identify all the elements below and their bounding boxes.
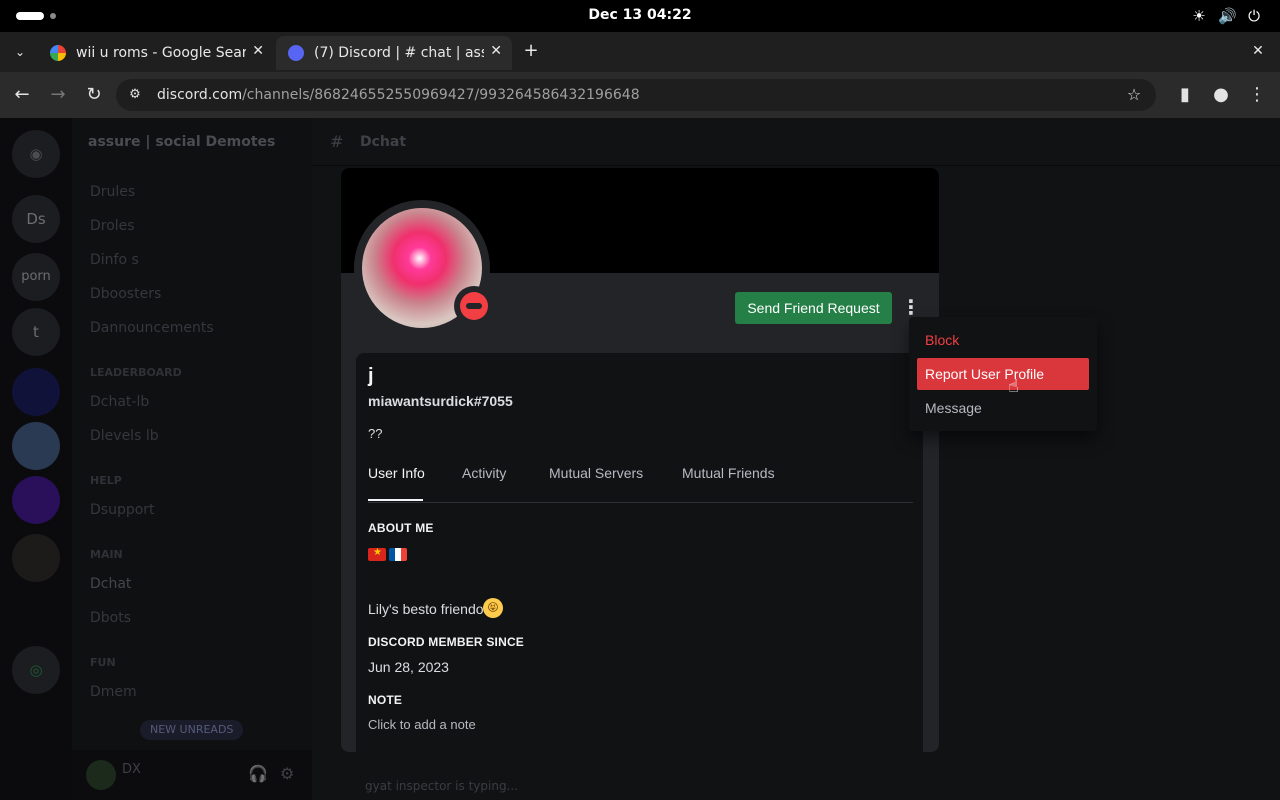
channel-item[interactable]: Dboosters [90, 286, 161, 302]
bookmark-star-icon[interactable]: ☆ [1124, 85, 1144, 105]
channel-item[interactable]: Dinfo s [90, 252, 139, 268]
channel-category[interactable]: LEADERBOARD [90, 366, 182, 379]
system-top-bar: Dec 13 04:22 ☀ 🔊 ⏻ [0, 0, 1280, 32]
menu-item-message[interactable]: Message [917, 392, 1089, 424]
username[interactable]: miawantsurdick#7055 [368, 393, 513, 409]
tab-title: wii u roms - Google Sear [76, 45, 246, 61]
tab-google-search[interactable]: wii u roms - Google Sear ✕ [38, 36, 274, 70]
server-icon[interactable] [12, 534, 60, 582]
avatar[interactable] [86, 760, 116, 790]
discord-favicon-icon [288, 45, 304, 61]
menu-item-report-user-profile[interactable]: Report User Profile [917, 358, 1089, 390]
server-icon[interactable] [12, 368, 60, 416]
tab-search-chevron-icon[interactable]: ⌄ [10, 42, 30, 62]
user-context-menu: Block Report User Profile Message [909, 317, 1097, 431]
tab-activity[interactable]: Activity [462, 465, 506, 481]
brightness-icon[interactable]: ☀ [1190, 7, 1208, 25]
user-profile-modal: Send Friend Request ⋮ j miawantsurdick#7… [341, 168, 939, 752]
note-input[interactable]: Click to add a note [368, 717, 476, 732]
site-settings-icon[interactable]: ⚙ [126, 86, 144, 104]
volume-icon[interactable]: 🔊 [1218, 7, 1237, 25]
side-panel-icon[interactable]: ▮ [1172, 82, 1198, 108]
headphones-icon[interactable]: 🎧 [248, 764, 268, 783]
france-flag-icon [389, 548, 407, 561]
channel-item[interactable]: Dchat-lb [90, 394, 149, 410]
channel-category[interactable]: FUN [90, 656, 116, 669]
channel-title: Dchat [360, 134, 407, 150]
member-since-date: Jun 28, 2023 [368, 659, 449, 675]
clock[interactable]: Dec 13 04:22 [540, 7, 740, 23]
channel-item-active[interactable]: Dchat [90, 576, 131, 592]
close-tab-icon[interactable]: ✕ [490, 43, 502, 59]
server-icon[interactable]: Ds [12, 195, 60, 243]
note-label: NOTE [368, 693, 403, 707]
server-rail: ◉ Ds porn t ◎ [0, 118, 72, 800]
send-friend-request-button[interactable]: Send Friend Request [735, 292, 892, 324]
url-text[interactable]: discord.com/channels/868246552550969427/… [157, 87, 640, 103]
forward-arrow-icon[interactable]: → [45, 82, 71, 108]
squinting-tongue-emoji-icon: 😝 [483, 598, 503, 618]
reload-icon[interactable]: ↻ [81, 82, 107, 108]
channel-item[interactable]: Dannouncements [90, 320, 214, 336]
dnd-circle [460, 292, 488, 320]
hand-pointer-cursor-icon: ☝ [1008, 376, 1019, 397]
user-panel: DX 🎧 ⚙ [72, 750, 312, 800]
tab-divider [368, 502, 913, 503]
about-me-label: ABOUT ME [368, 521, 434, 535]
dnd-bar [466, 303, 482, 309]
browser-toolbar: ← → ↻ ⚙ discord.com/channels/86824655255… [0, 72, 1280, 118]
tab-discord[interactable]: (7) Discord | # chat | assu ✕ [276, 36, 512, 70]
channel-category[interactable]: MAIN [90, 548, 123, 561]
workspace-dot[interactable] [50, 13, 56, 19]
close-tab-icon[interactable]: ✕ [252, 43, 264, 59]
profile-info-card: j miawantsurdick#7055 ?? User Info Activ… [356, 353, 923, 752]
avatar-ring [354, 200, 494, 336]
tab-mutual-servers[interactable]: Mutual Servers [549, 465, 643, 481]
menu-item-block[interactable]: Block [917, 324, 1089, 356]
browser-tab-strip: ⌄ wii u roms - Google Sear ✕ (7) Discord… [0, 32, 1280, 72]
power-icon[interactable]: ⏻ [1245, 7, 1263, 25]
new-tab-plus-icon[interactable]: + [520, 40, 542, 62]
custom-status: ?? [368, 426, 383, 441]
member-since-label: DISCORD MEMBER SINCE [368, 635, 525, 649]
new-unreads-pill[interactable]: NEW UNREADS [140, 720, 244, 740]
typing-indicator: gyat inspector is typing... [365, 779, 518, 793]
address-bar[interactable]: ⚙ discord.com/channels/86824655255096942… [116, 79, 1156, 111]
do-not-disturb-status-icon [454, 286, 494, 326]
channel-hash-icon: # [330, 132, 344, 151]
profile-icon[interactable]: ● [1208, 82, 1234, 108]
channel-list: assure | social Demotes Drules Droles Di… [72, 118, 312, 800]
tab-user-info[interactable]: User Info [368, 465, 425, 481]
channel-category[interactable]: HELP [90, 474, 122, 487]
display-name: j [368, 365, 374, 387]
active-tab-indicator [368, 499, 423, 501]
explore-icon[interactable]: ◎ [12, 646, 60, 694]
close-window-icon[interactable]: ✕ [1248, 41, 1268, 61]
server-name[interactable]: assure | social Demotes [88, 134, 275, 150]
channel-item[interactable]: Dsupport [90, 502, 155, 518]
channel-item[interactable]: Dlevels lb [90, 428, 159, 444]
settings-gear-icon[interactable]: ⚙ [280, 764, 294, 783]
tab-title: (7) Discord | # chat | assu [314, 45, 484, 61]
url-path: /channels/868246552550969427/99326458643… [242, 87, 640, 103]
channel-item[interactable]: Dbots [90, 610, 131, 626]
server-icon[interactable]: t [12, 308, 60, 356]
server-icon[interactable] [12, 422, 60, 470]
vietnam-flag-icon: ★ [368, 547, 386, 561]
chat-header: # Dchat [312, 118, 1280, 166]
menu-kebab-icon[interactable]: ⋮ [1244, 82, 1270, 108]
url-host: discord.com [157, 87, 243, 103]
back-arrow-icon[interactable]: ← [9, 82, 35, 108]
channel-item[interactable]: Droles [90, 218, 135, 234]
server-icon[interactable]: porn [12, 253, 60, 301]
google-favicon-icon [50, 45, 66, 61]
activities-indicator[interactable] [16, 12, 44, 20]
about-me-text: Lily's besto friendo [368, 601, 484, 617]
channel-item[interactable]: Dmem [90, 684, 137, 700]
discord-home-icon[interactable]: ◉ [12, 130, 60, 178]
tab-mutual-friends[interactable]: Mutual Friends [682, 465, 775, 481]
server-icon[interactable] [12, 476, 60, 524]
user-name: DX [122, 762, 141, 777]
channel-item[interactable]: Drules [90, 184, 135, 200]
